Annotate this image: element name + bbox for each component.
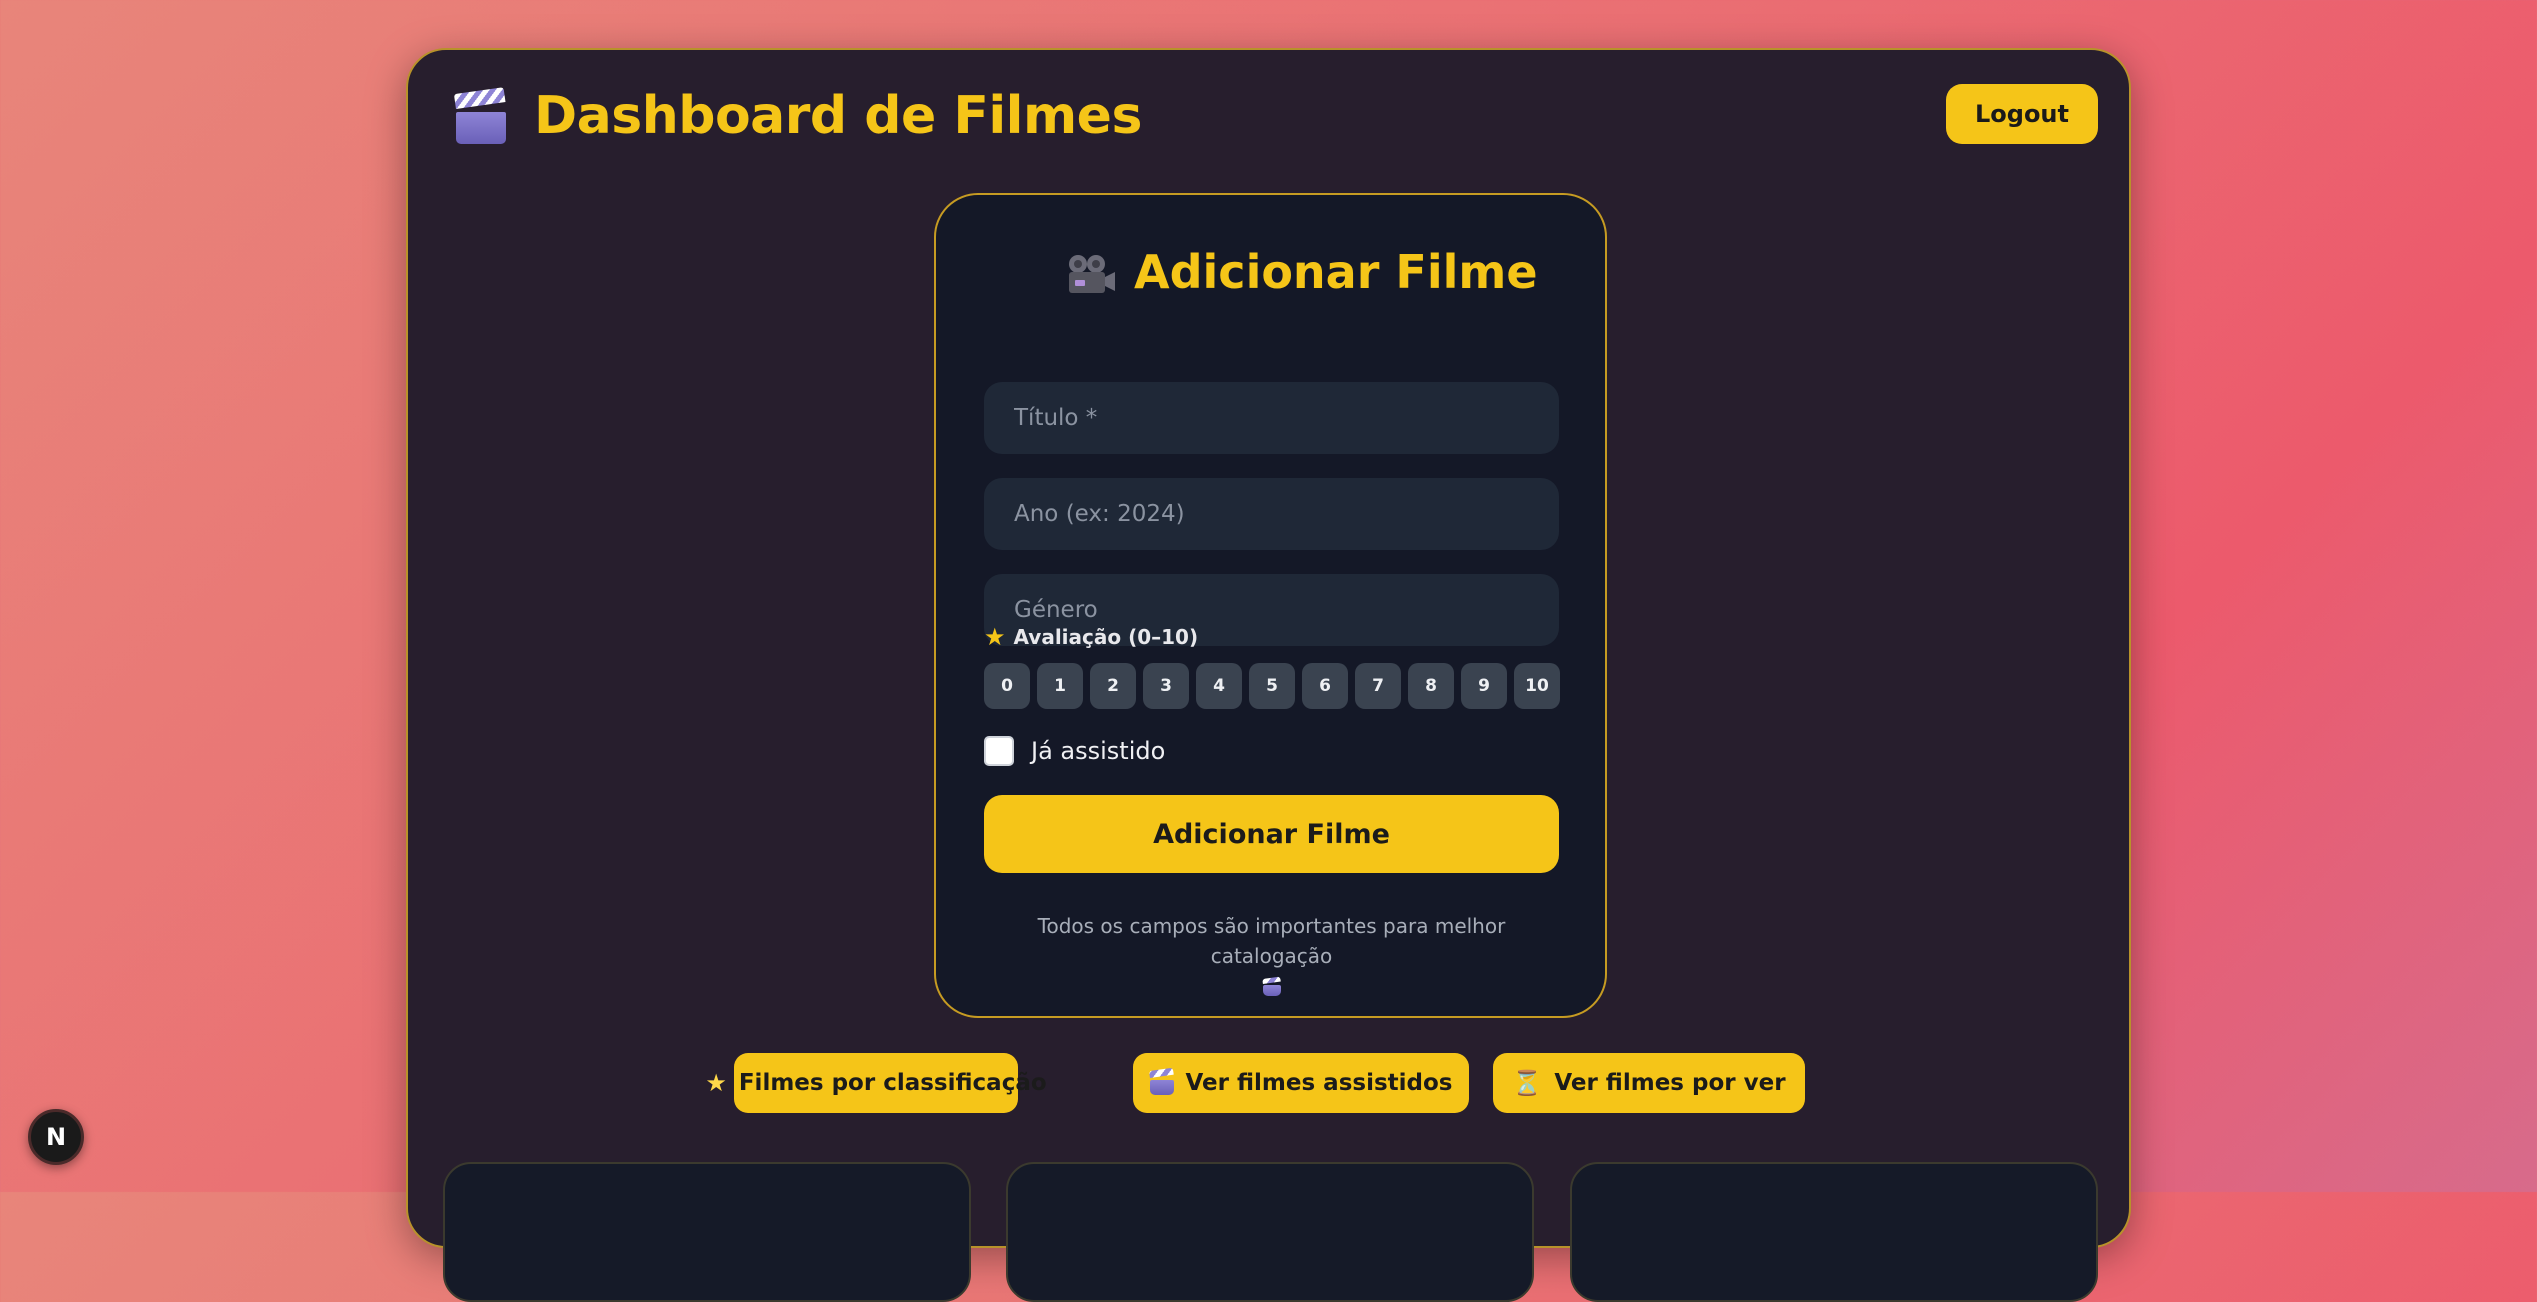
add-movie-card: Adicionar Filme ★ Avaliação (0–10) 0 1 2… — [934, 193, 1607, 1018]
movie-list-card — [443, 1162, 971, 1302]
clapperboard-icon — [1261, 976, 1281, 997]
rating-option-0[interactable]: 0 — [984, 663, 1030, 709]
to-watch-movies-button[interactable]: ⏳ Ver filmes por ver — [1493, 1053, 1805, 1113]
rating-option-1[interactable]: 1 — [1037, 663, 1083, 709]
rating-label: ★ Avaliação (0–10) — [984, 625, 1198, 649]
to-watch-movies-label: Ver filmes por ver — [1554, 1070, 1786, 1096]
movies-by-rating-button[interactable]: ★ Filmes por classificação — [705, 1053, 1047, 1113]
title-input[interactable] — [984, 382, 1559, 454]
star-icon: ★ — [984, 623, 1006, 651]
rating-label-text: Avaliação (0–10) — [1013, 625, 1199, 649]
year-input[interactable] — [984, 478, 1559, 550]
add-movie-title: Adicionar Filme — [1134, 245, 1538, 299]
rating-option-8[interactable]: 8 — [1408, 663, 1454, 709]
movie-camera-icon — [1069, 255, 1115, 293]
form-hint-text: Todos os campos são importantes para mel… — [1037, 914, 1506, 968]
hourglass-icon: ⏳ — [1512, 1069, 1543, 1097]
rating-option-3[interactable]: 3 — [1143, 663, 1189, 709]
add-movie-heading: Adicionar Filme — [936, 245, 1605, 301]
add-movie-button[interactable]: Adicionar Filme — [984, 795, 1559, 873]
star-icon: ★ — [705, 1069, 727, 1097]
dev-tools-badge[interactable]: N — [28, 1109, 84, 1165]
watched-movies-button[interactable]: Ver filmes assistidos — [1133, 1053, 1469, 1113]
movie-list-card — [1570, 1162, 2098, 1302]
rating-option-5[interactable]: 5 — [1249, 663, 1295, 709]
logout-button[interactable]: Logout — [1946, 84, 2098, 144]
clapperboard-icon — [453, 87, 506, 144]
watched-checkbox[interactable] — [984, 736, 1014, 766]
rating-option-9[interactable]: 9 — [1461, 663, 1507, 709]
rating-option-6[interactable]: 6 — [1302, 663, 1348, 709]
watched-option: Já assistido — [984, 736, 1165, 766]
form-hint: Todos os campos são importantes para mel… — [984, 911, 1559, 1001]
rating-option-2[interactable]: 2 — [1090, 663, 1136, 709]
rating-option-7[interactable]: 7 — [1355, 663, 1401, 709]
movies-by-rating-label: Filmes por classificação — [738, 1070, 1047, 1096]
watched-movies-label: Ver filmes assistidos — [1185, 1070, 1453, 1096]
watched-label: Já assistido — [1031, 737, 1166, 765]
clapperboard-icon — [1148, 1067, 1174, 1095]
rating-option-4[interactable]: 4 — [1196, 663, 1242, 709]
rating-selector: 0 1 2 3 4 5 6 7 8 9 10 — [984, 663, 1560, 709]
rating-option-10[interactable]: 10 — [1514, 663, 1560, 709]
dashboard-panel: Dashboard de Filmes Logout Adicionar Fil… — [406, 48, 2131, 1302]
movie-list-card — [1006, 1162, 1534, 1302]
page-title: Dashboard de Filmes — [534, 86, 1142, 146]
